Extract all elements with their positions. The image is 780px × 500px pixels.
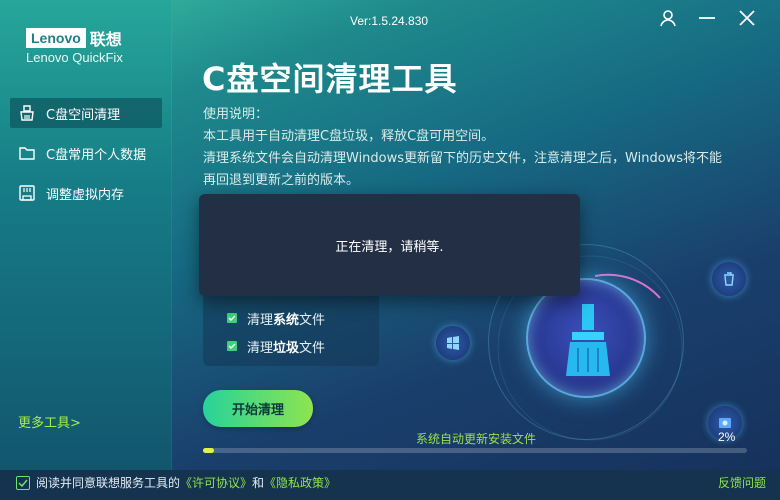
user-icon xyxy=(658,8,678,32)
more-tools-link[interactable]: 更多工具> xyxy=(18,412,81,431)
privacy-link[interactable]: 《隐私政策》 xyxy=(264,474,336,491)
logo-text: Lenovo xyxy=(26,28,86,48)
sidebar: Lenovo 联想 Lenovo QuickFix C盘空间清理 C盘常用个人数… xyxy=(0,0,172,470)
cleaning-modal: 正在清理，请稍等. xyxy=(199,194,580,296)
option-bold: 垃圾 xyxy=(273,340,300,356)
folder-icon xyxy=(18,144,36,162)
license-link[interactable]: 《许可协议》 xyxy=(180,474,252,491)
lenovo-logo: Lenovo 联想 xyxy=(26,26,122,50)
sidebar-item-c-drive-clean[interactable]: C盘空间清理 xyxy=(10,98,162,128)
sidebar-item-label: C盘空间清理 xyxy=(46,107,121,123)
option-suffix: 文件 xyxy=(299,312,326,328)
version-label: Ver:1.5.24.830 xyxy=(350,14,429,28)
close-button[interactable] xyxy=(736,9,758,31)
page-title: C盘空间清理工具 xyxy=(202,60,458,98)
agree-text: 阅读并同意联想服务工具的 xyxy=(36,476,181,490)
user-button[interactable] xyxy=(657,9,679,31)
progress-percent: 2% xyxy=(718,430,736,444)
logo-cn: 联想 xyxy=(89,30,122,49)
quickfix-window: Lenovo 联想 Lenovo QuickFix C盘空间清理 C盘常用个人数… xyxy=(0,0,780,500)
agree-checkbox[interactable] xyxy=(16,475,30,490)
option-prefix: 清理 xyxy=(247,340,274,356)
option-system-files[interactable]: 清理 系统 文件 xyxy=(227,304,379,332)
progress-bar xyxy=(203,448,747,453)
sidebar-item-label: 调整虚拟内存 xyxy=(46,187,125,203)
checkbox-icon[interactable] xyxy=(227,341,237,351)
start-clean-button[interactable]: 开始清理 xyxy=(203,390,313,427)
option-bold: 系统 xyxy=(273,312,300,328)
agreement: 阅读并同意联想服务工具的 《许可协议》 和 《隐私政策》 xyxy=(16,474,336,491)
sidebar-nav: C盘空间清理 C盘常用个人数据 调整虚拟内存 xyxy=(10,98,162,218)
checkbox-icon[interactable] xyxy=(227,313,237,323)
close-icon xyxy=(737,8,757,32)
minimize-button[interactable] xyxy=(696,9,718,31)
instructions-line: 再回退到更新之前的版本。 xyxy=(203,173,360,188)
brush-icon xyxy=(566,304,610,376)
agree-and: 和 xyxy=(252,476,265,490)
option-prefix: 清理 xyxy=(247,312,274,328)
minimize-icon xyxy=(697,8,717,32)
product-name: Lenovo QuickFix xyxy=(26,50,123,65)
progress-label: 系统自动更新安装文件 xyxy=(416,432,537,446)
memory-icon xyxy=(18,184,36,202)
option-suffix: 文件 xyxy=(299,340,326,356)
feedback-link[interactable]: 反馈问题 xyxy=(718,474,766,491)
progress-fill xyxy=(203,448,214,453)
windows-icon xyxy=(436,326,470,360)
sphere xyxy=(526,278,646,398)
clean-options: 清理 系统 文件 清理 垃圾 文件 xyxy=(203,292,379,366)
sidebar-item-label: C盘常用个人数据 xyxy=(46,147,147,163)
modal-message: 正在清理，请稍等. xyxy=(335,239,444,255)
instructions-line: 使用说明： xyxy=(203,107,269,122)
broom-icon xyxy=(18,104,36,122)
instructions-line: 清理系统文件会自动清理Windows更新留下的历史文件，注意清理之后，Windo… xyxy=(203,151,723,166)
check-icon xyxy=(18,479,28,487)
sidebar-item-virtual-memory[interactable]: 调整虚拟内存 xyxy=(10,178,162,208)
sidebar-item-personal-data[interactable]: C盘常用个人数据 xyxy=(10,138,162,168)
instructions-line: 本工具用于自动清理C盘垃圾，释放C盘可用空间。 xyxy=(203,129,495,144)
option-junk-files[interactable]: 清理 垃圾 文件 xyxy=(227,332,379,360)
trash-icon xyxy=(712,262,746,296)
